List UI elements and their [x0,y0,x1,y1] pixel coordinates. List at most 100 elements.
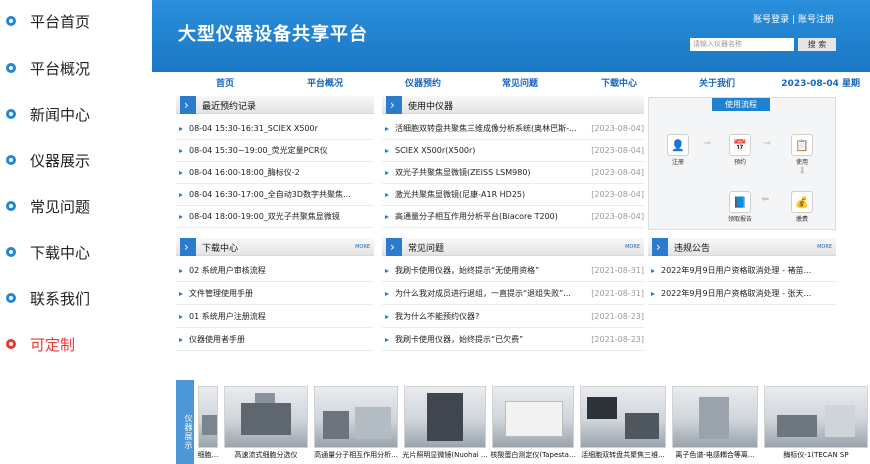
gallery-item[interactable]: 酶标仪-1(TECAN SP [762,386,870,464]
list-item[interactable]: 双光子共聚焦显微镜(ZEISS LSM980) [2023-08-04] [382,162,644,184]
bullet-icon [385,170,389,175]
user-icon: 👤 [667,134,689,156]
panel-header-notices: 违规公告 MORE [648,238,836,256]
bullet-icon [179,337,183,342]
list-item[interactable]: 为什么我对成员进行退组，一直提示“退组失败”... [2021-08-31] [382,283,644,305]
bullet-icon [179,192,183,197]
flow-step-pay[interactable]: 💰 缴费 [789,191,815,223]
list-item[interactable]: 我刷卡使用仪器，始终提示“无使用资格” [2021-08-31] [382,260,644,282]
gallery-item[interactable]: 高速流式细胞分选仪 [222,386,310,464]
calendar-icon: 📅 [729,134,751,156]
gallery-item[interactable]: 核酸蛋白测定仪(Tapesta... [490,386,576,464]
gallery-item[interactable]: 细胞... [196,386,220,464]
arrow-right-icon: ➞ [763,138,772,149]
list-item[interactable]: 仪器使用者手册 [176,329,374,351]
list-item[interactable]: SCIEX X500r(X500r) [2023-08-04] [382,140,644,162]
gallery-item[interactable]: 活细胞双转盘共聚焦三维... [578,386,668,464]
instrument-photo [764,386,868,448]
link-separator: | [792,15,796,25]
instrument-photo [198,386,218,448]
current-date: 2023-08-04 星期 [781,79,860,89]
left-menu-label: 新闻中心 [30,105,91,124]
list-item[interactable]: 激光共聚焦显微镜(尼康-A1R HD25) [2023-08-04] [382,184,644,206]
list-item[interactable]: 2022年9月9日用户资格取消处理 - 张天... [648,283,836,305]
list-item[interactable]: 高通量分子相互作用分析平台(Biacore T200) [2023-08-04] [382,206,644,228]
nav-overview[interactable]: 平台概况 [307,76,343,89]
bullet-icon [6,63,16,73]
bullet-icon [179,291,183,296]
search-input[interactable]: 请输入仪器名称 [690,38,794,51]
left-menu-item-news[interactable]: 新闻中心 [6,103,90,125]
list-item[interactable]: 02 系统用户审核流程 [176,260,374,282]
bullet-icon [651,268,655,273]
left-menu-item-contact[interactable]: 联系我们 [6,287,90,309]
register-link[interactable]: 账号注册 [798,15,834,25]
more-link[interactable]: MORE [355,244,370,250]
portal-title: 大型仪器设备共享平台 [178,24,368,45]
flow-step-use[interactable]: 📋 使用 [789,134,815,166]
panel-title: 使用中仪器 [408,102,454,112]
list-item[interactable]: 08-04 15:30~19:00_荧光定量PCR仪 [176,140,374,162]
instrument-photo [492,386,574,448]
list-item[interactable]: 08-04 16:30-17:00_全自动3D数字共聚焦... [176,184,374,206]
more-link[interactable]: MORE [817,244,832,250]
bullet-icon [385,192,389,197]
gallery-item[interactable]: 离子色谱-电感耦合等离... [670,386,760,464]
left-menu-item-instruments[interactable]: 仪器展示 [6,149,90,171]
report-icon: 📘 [729,191,751,213]
list-item[interactable]: 08-04 15:30-16:31_SCIEX X500r [176,118,374,140]
flow-step-register[interactable]: 👤 注册 [665,134,691,166]
bullet-icon [179,314,183,319]
left-menu-item-overview[interactable]: 平台概况 [6,57,90,79]
left-menu-item-home[interactable]: 平台首页 [6,10,90,32]
left-menu-item-faq[interactable]: 常见问题 [6,195,90,217]
search-button[interactable]: 搜 索 [798,38,836,51]
more-link[interactable]: MORE [625,244,640,250]
list-item[interactable]: 我刷卡使用仪器，始终提示“已欠费” [2021-08-23] [382,329,644,351]
bullet-icon [179,126,183,131]
flow-step-book[interactable]: 📅 预约 [727,134,753,166]
portal-header: 大型仪器设备共享平台 账号登录 | 账号注册 请输入仪器名称 搜 索 [152,0,870,72]
nav-home[interactable]: 首页 [216,76,234,89]
left-menu-item-downloads[interactable]: 下载中心 [6,241,90,263]
nav-downloads[interactable]: 下载中心 [601,76,637,89]
gallery-item[interactable]: 光片照明显微镜(Nuohai ... [402,386,488,464]
bullet-icon [6,109,16,119]
instrument-photo [672,386,758,448]
portal-page: 大型仪器设备共享平台 账号登录 | 账号注册 请输入仪器名称 搜 索 首页 平台… [152,0,870,464]
list-item[interactable]: 我为什么不能预约仪器? [2021-08-23] [382,306,644,328]
panel-title: 最近预约记录 [202,102,257,112]
arrow-icon [386,96,402,114]
bullet-icon [385,126,389,131]
flow-title: 使用流程 [712,98,770,111]
login-link[interactable]: 账号登录 [753,15,789,25]
list-item[interactable]: 文件管理使用手册 [176,283,374,305]
left-menu: 平台首页 平台概况 新闻中心 仪器展示 常见问题 下载中心 联系我们 可定制 [0,0,150,464]
arrow-icon [180,238,196,256]
nav-booking[interactable]: 仪器预约 [405,76,441,89]
left-menu-label: 平台概况 [30,59,91,78]
left-menu-label: 常见问题 [30,197,91,216]
bullet-icon [385,148,389,153]
instrument-photo [314,386,398,448]
bullet-icon [6,155,16,165]
arrow-down-icon: ⬇ [798,166,807,177]
left-menu-label: 可定制 [30,335,76,354]
list-item[interactable]: 2022年9月9日用户资格取消处理 - 褚苗... [648,260,836,282]
list-item[interactable]: 08-04 16:00-18:00_酶标仪-2 [176,162,374,184]
list-item[interactable]: 08-04 18:00-19:00_双光子共聚焦显微镜 [176,206,374,228]
flow-step-report[interactable]: 📘 领取报告 [727,191,753,223]
left-menu-item-customizable[interactable]: 可定制 [6,333,75,355]
nav-faq[interactable]: 常见问题 [502,76,538,89]
list-item[interactable]: 活细胞双转盘共聚焦三维成像分析系统(奥林巴斯-... [2023-08-04] [382,118,644,140]
screenshot-root: 平台首页 平台概况 新闻中心 仪器展示 常见问题 下载中心 联系我们 可定制 大… [0,0,870,464]
list-item[interactable]: 01 系统用户注册流程 [176,306,374,328]
top-nav: 首页 平台概况 仪器预约 常见问题 下载中心 关于我们 2023-08-04 星… [152,72,870,92]
bullet-icon [385,291,389,296]
nav-about[interactable]: 关于我们 [699,76,735,89]
bullet-icon [385,314,389,319]
arrow-icon [386,238,402,256]
gallery-item[interactable]: 高通量分子相互作用分析... [312,386,400,464]
bullet-icon [385,268,389,273]
instrument-photo [404,386,486,448]
